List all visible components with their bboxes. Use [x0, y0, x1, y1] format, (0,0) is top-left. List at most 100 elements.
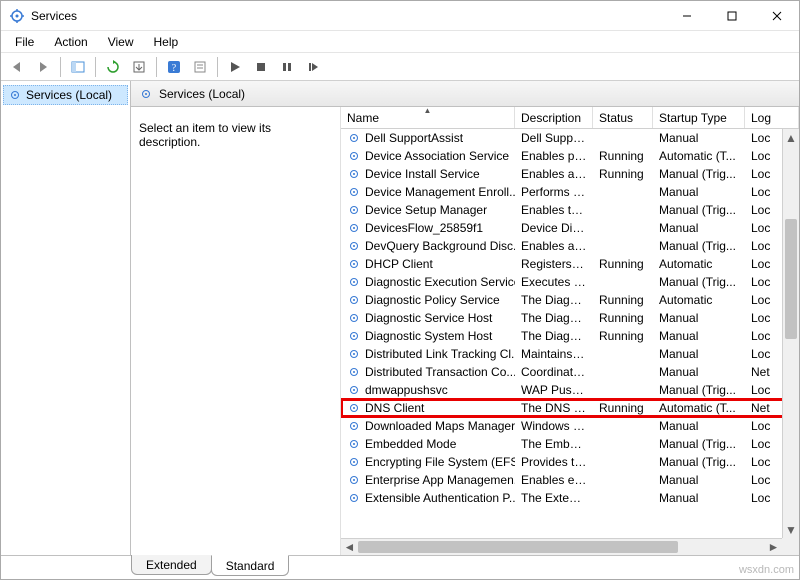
gear-icon: [347, 293, 361, 307]
service-row[interactable]: Diagnostic System HostThe Diagno...Runni…: [341, 327, 799, 345]
scroll-thumb[interactable]: [785, 219, 797, 339]
toolbar-separator: [60, 57, 61, 77]
start-service-button[interactable]: [223, 55, 247, 79]
gear-icon: [347, 257, 361, 271]
service-startup-type: Manual (Trig...: [653, 239, 745, 253]
service-startup-type: Manual: [653, 347, 745, 361]
service-name: Diagnostic Service Host: [365, 311, 492, 325]
service-description: The Extensi...: [515, 491, 593, 505]
maximize-button[interactable]: [709, 1, 754, 31]
service-name: Dell SupportAssist: [365, 131, 463, 145]
service-rows[interactable]: Dell SupportAssistDell Suppor...ManualLo…: [341, 129, 799, 555]
back-button[interactable]: [5, 55, 29, 79]
column-label: Name: [347, 111, 379, 125]
details-header: Services (Local): [131, 81, 799, 107]
scroll-thumb[interactable]: [358, 541, 678, 553]
pause-service-button[interactable]: [275, 55, 299, 79]
service-status: Running: [593, 329, 653, 343]
service-row[interactable]: Distributed Link Tracking Cl...Maintains…: [341, 345, 799, 363]
service-startup-type: Automatic: [653, 293, 745, 307]
restart-service-button[interactable]: [301, 55, 325, 79]
gear-icon: [347, 401, 361, 415]
window-title: Services: [31, 9, 77, 23]
service-startup-type: Manual (Trig...: [653, 167, 745, 181]
service-row[interactable]: Dell SupportAssistDell Suppor...ManualLo…: [341, 129, 799, 147]
scroll-down-button[interactable]: ▼: [783, 521, 799, 538]
scroll-right-button[interactable]: ►: [765, 539, 782, 555]
service-row[interactable]: Device Association ServiceEnables pair..…: [341, 147, 799, 165]
service-description: Enables app...: [515, 239, 593, 253]
scroll-up-button[interactable]: ▲: [783, 129, 799, 146]
service-startup-type: Manual (Trig...: [653, 275, 745, 289]
service-row[interactable]: Extensible Authentication P...The Extens…: [341, 489, 799, 507]
console-tree[interactable]: Services (Local): [1, 81, 131, 555]
tree-item-label: Services (Local): [26, 88, 112, 102]
tab-standard[interactable]: Standard: [211, 555, 290, 576]
service-row[interactable]: Device Management Enroll...Performs D...…: [341, 183, 799, 201]
service-name: Diagnostic System Host: [365, 329, 492, 343]
gear-icon: [347, 239, 361, 253]
gear-icon: [347, 347, 361, 361]
service-row[interactable]: Diagnostic Execution ServiceExecutes dia…: [341, 273, 799, 291]
service-description: Windows se...: [515, 419, 593, 433]
service-row[interactable]: Encrypting File System (EFS)Provides th.…: [341, 453, 799, 471]
gear-icon: [347, 167, 361, 181]
service-row[interactable]: Device Install ServiceEnables a c...Runn…: [341, 165, 799, 183]
service-name: Encrypting File System (EFS): [365, 455, 515, 469]
service-row[interactable]: dmwappushsvcWAP Push ...Manual (Trig...L…: [341, 381, 799, 399]
service-startup-type: Automatic (T...: [653, 401, 745, 415]
service-startup-type: Manual: [653, 365, 745, 379]
service-row[interactable]: DevicesFlow_25859f1Device Disc...ManualL…: [341, 219, 799, 237]
tree-item-services-local[interactable]: Services (Local): [3, 85, 128, 105]
close-button[interactable]: [754, 1, 799, 31]
service-row[interactable]: Diagnostic Policy ServiceThe Diagno...Ru…: [341, 291, 799, 309]
gear-icon: [347, 203, 361, 217]
description-pane: Select an item to view its description.: [131, 107, 341, 555]
stop-service-button[interactable]: [249, 55, 273, 79]
service-description: Enables pair...: [515, 149, 593, 163]
service-startup-type: Manual: [653, 419, 745, 433]
service-description: The Diagno...: [515, 311, 593, 325]
show-hide-tree-button[interactable]: [66, 55, 90, 79]
service-description: WAP Push ...: [515, 383, 593, 397]
menu-view[interactable]: View: [98, 33, 144, 51]
menu-action[interactable]: Action: [44, 33, 97, 51]
service-row[interactable]: Distributed Transaction Co...Coordinates…: [341, 363, 799, 381]
service-startup-type: Automatic: [653, 257, 745, 271]
service-name: Device Management Enroll...: [365, 185, 515, 199]
horizontal-scrollbar[interactable]: ◄ ►: [341, 538, 782, 555]
service-row[interactable]: DNS ClientThe DNS Cli...RunningAutomatic…: [341, 399, 799, 417]
service-row[interactable]: Diagnostic Service HostThe Diagno...Runn…: [341, 309, 799, 327]
forward-button[interactable]: [31, 55, 55, 79]
service-row[interactable]: Device Setup ManagerEnables the ...Manua…: [341, 201, 799, 219]
tab-extended[interactable]: Extended: [131, 555, 212, 575]
menu-file[interactable]: File: [5, 33, 44, 51]
svg-text:?: ?: [172, 63, 177, 74]
refresh-button[interactable]: [101, 55, 125, 79]
help-button[interactable]: ?: [162, 55, 186, 79]
column-log-on-as[interactable]: Log: [745, 107, 799, 128]
service-row[interactable]: Downloaded Maps ManagerWindows se...Manu…: [341, 417, 799, 435]
column-description[interactable]: Description: [515, 107, 593, 128]
service-name: Extensible Authentication P...: [365, 491, 515, 505]
main-split: Services (Local) Services (Local) Select…: [1, 81, 799, 555]
title-bar: Services: [1, 1, 799, 31]
scroll-left-button[interactable]: ◄: [341, 539, 358, 555]
service-row[interactable]: DevQuery Background Disc...Enables app..…: [341, 237, 799, 255]
vertical-scrollbar[interactable]: ▲ ▼: [782, 129, 799, 538]
service-status: Running: [593, 149, 653, 163]
gear-icon: [347, 311, 361, 325]
export-list-button[interactable]: [127, 55, 151, 79]
column-startup-type[interactable]: Startup Type: [653, 107, 745, 128]
minimize-button[interactable]: [664, 1, 709, 31]
menu-help[interactable]: Help: [144, 33, 189, 51]
toolbar-separator: [95, 57, 96, 77]
column-status[interactable]: Status: [593, 107, 653, 128]
column-name[interactable]: Name ▲: [341, 107, 515, 128]
service-description: Performs D...: [515, 185, 593, 199]
service-name: DNS Client: [365, 401, 424, 415]
service-row[interactable]: DHCP ClientRegisters an...RunningAutomat…: [341, 255, 799, 273]
service-row[interactable]: Enterprise App Managemen...Enables ent..…: [341, 471, 799, 489]
properties-button[interactable]: [188, 55, 212, 79]
service-row[interactable]: Embedded ModeThe Embed...Manual (Trig...…: [341, 435, 799, 453]
